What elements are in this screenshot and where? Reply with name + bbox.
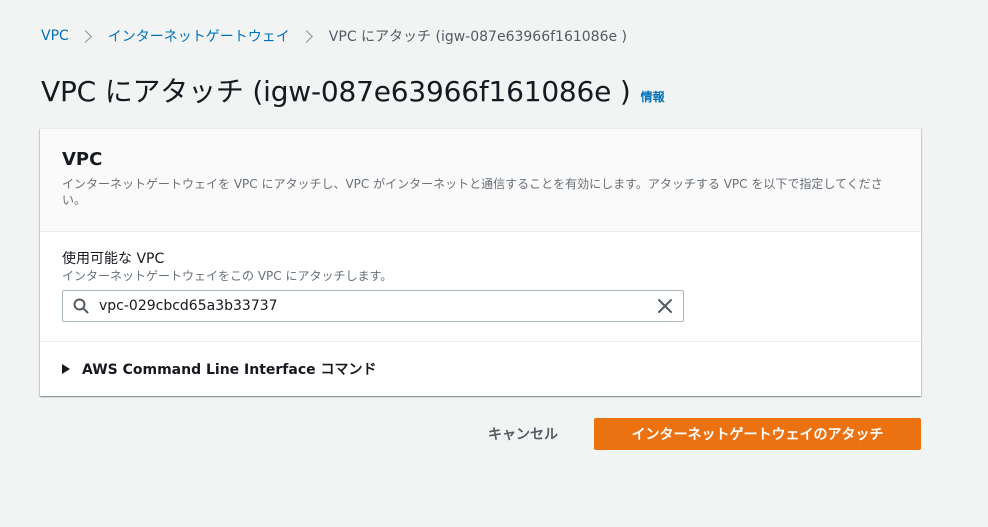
breadcrumb: VPC インターネットゲートウェイ VPC にアタッチ (igw-087e639… [41, 25, 627, 47]
vpc-form-field: 使用可能な VPC インターネットゲートウェイをこの VPC にアタッチします。 [40, 232, 921, 342]
form-actions: キャンセル インターネットゲートウェイのアタッチ [468, 418, 921, 450]
close-icon[interactable] [657, 298, 673, 314]
panel-header: VPC インターネットゲートウェイを VPC にアタッチし、VPC がインターネ… [40, 129, 921, 232]
info-link[interactable]: 情報 [641, 88, 665, 105]
chevron-right-icon [299, 29, 313, 43]
field-description: インターネットゲートウェイをこの VPC にアタッチします。 [62, 269, 393, 283]
breadcrumb-item-vpc[interactable]: VPC [41, 28, 69, 44]
page-title: VPC にアタッチ (igw-087e63966f161086e ) [41, 75, 631, 108]
attach-internet-gateway-button[interactable]: インターネットゲートウェイのアタッチ [594, 418, 921, 450]
breadcrumb-current: VPC にアタッチ (igw-087e63966f161086e ) [328, 29, 628, 45]
cli-expander-label: AWS Command Line Interface コマンド [82, 361, 377, 378]
cancel-button[interactable]: キャンセル [468, 418, 578, 450]
cli-command-expander[interactable]: AWS Command Line Interface コマンド [40, 342, 921, 395]
search-icon [73, 298, 89, 314]
page-header: VPC にアタッチ (igw-087e63966f161086e ) 情報 [41, 70, 665, 110]
field-label: 使用可能な VPC [62, 251, 165, 267]
panel-title: VPC [62, 149, 103, 170]
breadcrumb-item-internet-gateways[interactable]: インターネットゲートウェイ [108, 26, 290, 46]
panel-description: インターネットゲートウェイを VPC にアタッチし、VPC がインターネットと通… [62, 177, 883, 207]
vpc-panel: VPC インターネットゲートウェイを VPC にアタッチし、VPC がインターネ… [40, 128, 921, 396]
caret-right-icon [62, 363, 70, 374]
chevron-right-icon [78, 29, 92, 43]
vpc-search-box[interactable] [62, 290, 684, 322]
vpc-search-input[interactable] [99, 292, 639, 320]
